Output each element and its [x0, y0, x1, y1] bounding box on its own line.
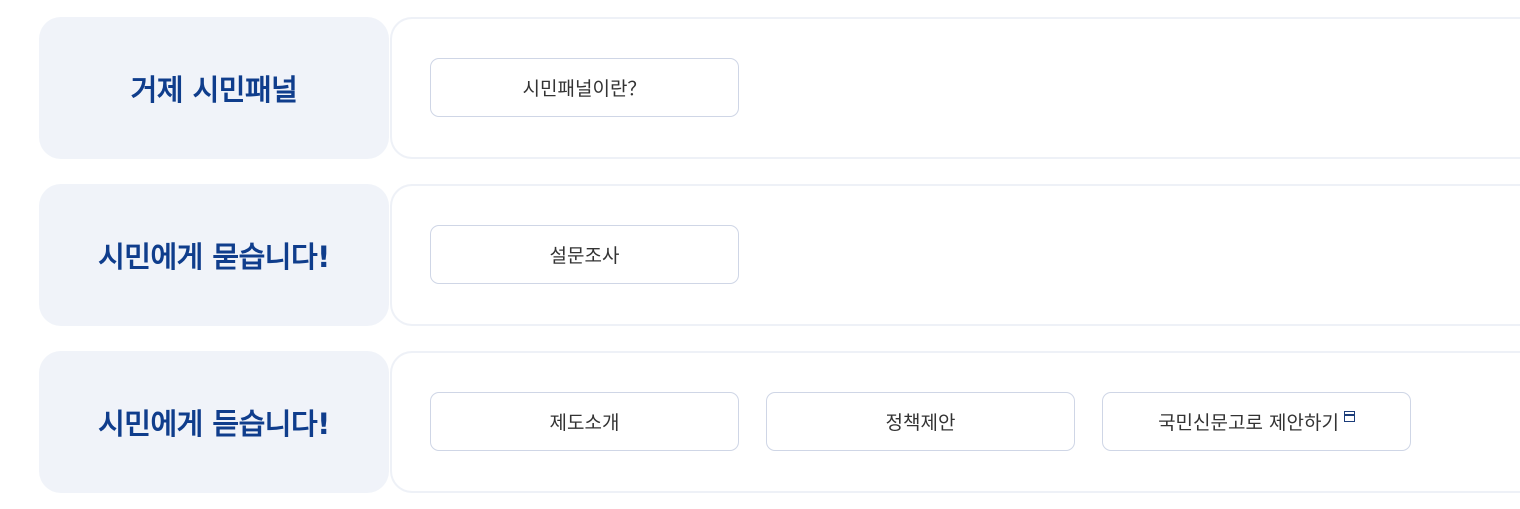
button-label: 국민신문고로 제안하기 — [1158, 412, 1339, 434]
section-title-box: 시민에게 묻습니다! — [39, 184, 389, 326]
section-ask-citizens: 시민에게 묻습니다! 설문조사 — [0, 184, 1520, 326]
system-introduction-button[interactable]: 제도소개 — [430, 392, 739, 451]
section-title: 시민에게 듣습니다! — [98, 407, 330, 441]
button-label: 시민패널이란？ — [522, 78, 647, 100]
section-title-box: 시민에게 듣습니다! — [39, 351, 389, 493]
section-title: 시민에게 묻습니다! — [98, 240, 330, 274]
section-listen-citizens: 시민에게 듣습니다! 제도소개 정책제안 국민신문고로 제안하기 — [0, 351, 1520, 493]
button-label: 정책제안 — [885, 412, 956, 434]
section-links-panel: 제도소개 정책제안 국민신문고로 제안하기 — [390, 351, 1520, 493]
new-window-icon — [1343, 411, 1355, 422]
survey-button[interactable]: 설문조사 — [430, 225, 739, 284]
section-citizen-panel: 거제 시민패널 시민패널이란？ — [0, 17, 1520, 159]
section-links-panel: 설문조사 — [390, 184, 1520, 326]
section-title: 거제 시민패널 — [130, 73, 298, 107]
button-label: 제도소개 — [549, 412, 620, 434]
policy-proposal-button[interactable]: 정책제안 — [766, 392, 1075, 451]
epeople-proposal-button[interactable]: 국민신문고로 제안하기 — [1102, 392, 1411, 451]
section-links-panel: 시민패널이란？ — [390, 17, 1520, 159]
button-label: 설문조사 — [549, 245, 620, 267]
what-is-citizen-panel-button[interactable]: 시민패널이란？ — [430, 58, 739, 117]
section-title-box: 거제 시민패널 — [39, 17, 389, 159]
